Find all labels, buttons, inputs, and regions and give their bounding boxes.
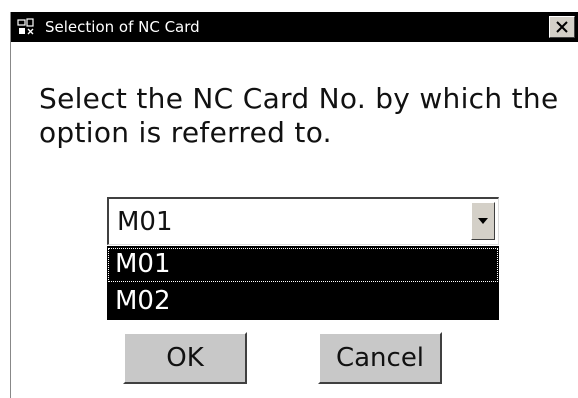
close-icon	[556, 21, 568, 33]
chevron-down-icon	[478, 218, 488, 224]
nc-card-dialog: Selection of NC Card Select the NC Card …	[10, 12, 578, 398]
dialog-title: Selection of NC Card	[45, 18, 200, 36]
ok-button[interactable]: OK	[123, 332, 247, 384]
close-button[interactable]	[549, 16, 575, 38]
nc-card-dropdown-list: M01 M02	[107, 246, 499, 320]
nc-card-select[interactable]: M01	[107, 197, 499, 245]
nc-card-select-value: M01	[117, 207, 173, 237]
dropdown-option-m01[interactable]: M01	[107, 247, 499, 283]
dropdown-option-m02[interactable]: M02	[107, 284, 499, 320]
dropdown-button[interactable]	[471, 202, 495, 240]
dialog-message: Select the NC Card No. by which the opti…	[39, 82, 559, 149]
app-icon	[17, 18, 35, 36]
cancel-button[interactable]: Cancel	[318, 332, 442, 384]
title-bar[interactable]: Selection of NC Card	[11, 12, 578, 42]
